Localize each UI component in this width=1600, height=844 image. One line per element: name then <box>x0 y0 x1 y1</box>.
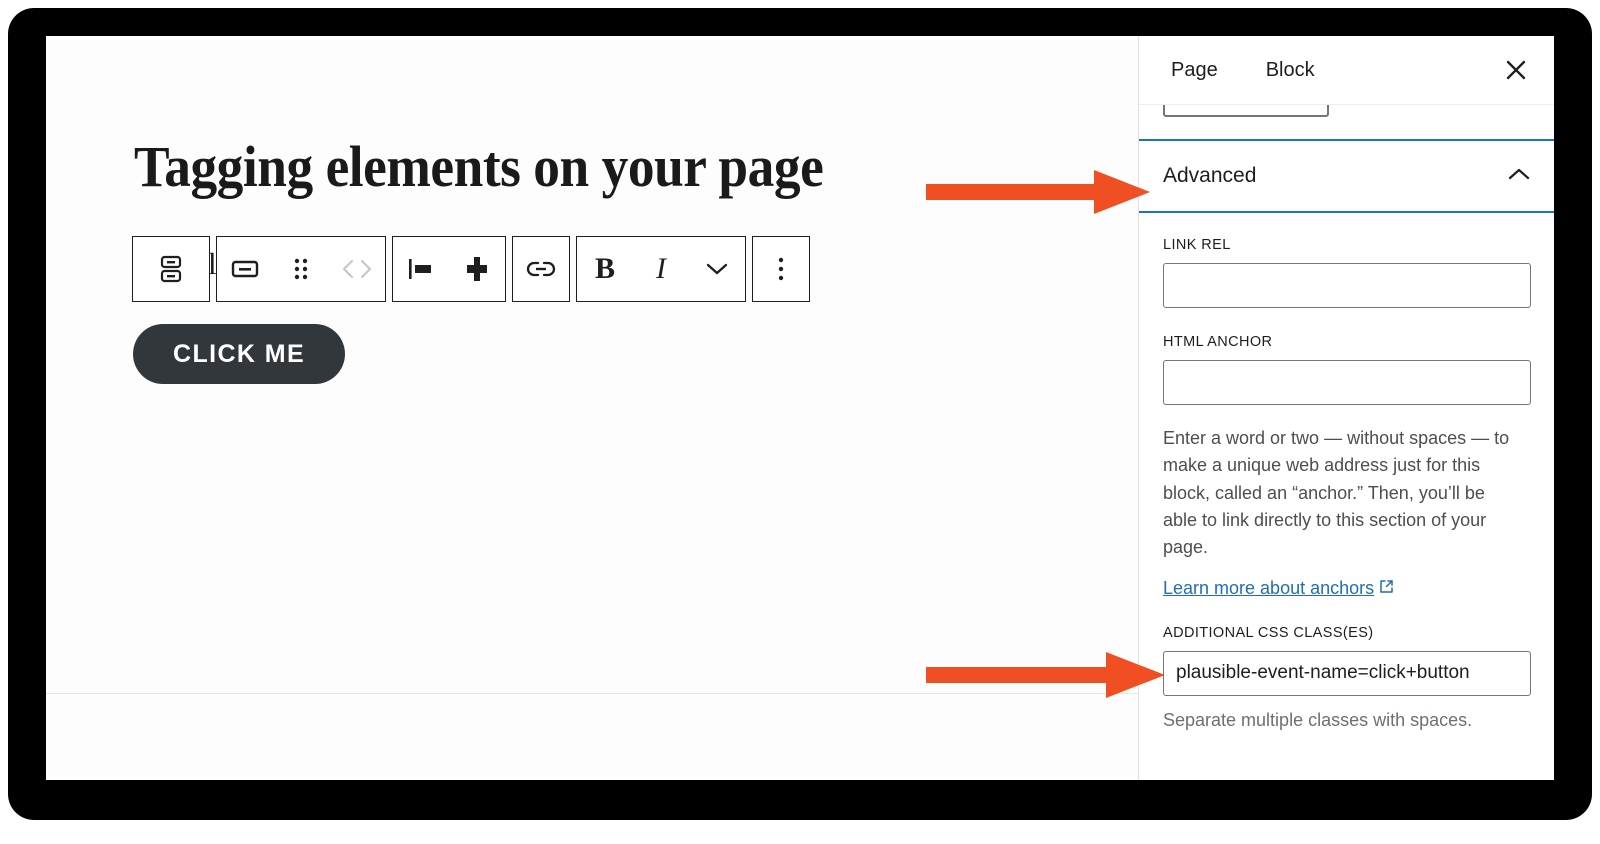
html-anchor-input[interactable] <box>1163 360 1531 405</box>
external-link-icon <box>1379 578 1394 599</box>
bold-label: B <box>594 252 615 285</box>
arrow-to-advanced-section <box>926 170 1150 214</box>
vertical-dots-icon[interactable] <box>753 237 809 301</box>
device-frame: Tagging elements on your page lausible!🚀 <box>8 8 1592 820</box>
italic-label: I <box>656 252 666 285</box>
move-arrows-icon <box>329 237 385 301</box>
css-class-label: ADDITIONAL CSS CLASS(ES) <box>1163 624 1374 641</box>
toolbar-group-options[interactable] <box>752 236 810 302</box>
block-toolbar[interactable]: B I <box>132 236 810 302</box>
css-class-hint: Separate multiple classes with spaces. <box>1163 709 1473 730</box>
learn-more-anchors-label: Learn more about anchors <box>1163 577 1375 598</box>
toolbar-group-formatting[interactable]: B I <box>576 236 746 302</box>
toolbar-group-block-type[interactable] <box>132 236 210 302</box>
scrolled-control-fragment <box>1139 104 1554 138</box>
page-title[interactable]: Tagging elements on your page <box>134 135 962 199</box>
tab-block[interactable]: Block <box>1258 37 1323 103</box>
block-settings-sidebar: Page Block Advanced LINK REL HTML ANCHOR… <box>1138 36 1554 780</box>
partial-control-box[interactable] <box>1163 105 1329 117</box>
css-class-input[interactable]: plausible-event-name=click+button <box>1163 650 1531 696</box>
bold-button[interactable]: B <box>577 237 633 301</box>
align-left-icon[interactable] <box>393 237 449 301</box>
toolbar-group-block-tools[interactable] <box>216 236 386 302</box>
tab-page[interactable]: Page <box>1163 37 1226 103</box>
anchor-help-text: Enter a word or two — without spaces — t… <box>1163 428 1510 558</box>
vertical-align-center-icon[interactable] <box>449 237 505 301</box>
toolbar-group-link[interactable] <box>512 236 570 302</box>
link-icon[interactable] <box>513 237 569 301</box>
advanced-section-title: Advanced <box>1163 164 1257 187</box>
buttons-block-icon[interactable] <box>133 237 209 301</box>
italic-button[interactable]: I <box>633 237 689 301</box>
click-me-button[interactable]: CLICK ME <box>133 324 346 384</box>
arrow-to-css-class-field <box>926 652 1165 698</box>
link-rel-label: LINK REL <box>1163 237 1231 253</box>
button-block-icon[interactable] <box>217 237 273 301</box>
close-icon[interactable] <box>1496 50 1536 90</box>
drag-handle-icon[interactable] <box>273 237 329 301</box>
advanced-section-body: LINK REL HTML ANCHOR Enter a word or two… <box>1139 213 1554 780</box>
sidebar-header: Page Block <box>1139 36 1554 104</box>
advanced-section-header[interactable]: Advanced <box>1139 139 1554 213</box>
chevron-up-icon[interactable] <box>1507 166 1531 187</box>
link-rel-input[interactable] <box>1163 263 1531 308</box>
chevron-down-icon[interactable] <box>689 237 745 301</box>
app-screen: Tagging elements on your page lausible!🚀 <box>46 36 1554 780</box>
learn-more-anchors-link[interactable]: Learn more about anchors <box>1163 578 1394 599</box>
html-anchor-label: HTML ANCHOR <box>1163 334 1273 350</box>
toolbar-group-alignment[interactable] <box>392 236 506 302</box>
